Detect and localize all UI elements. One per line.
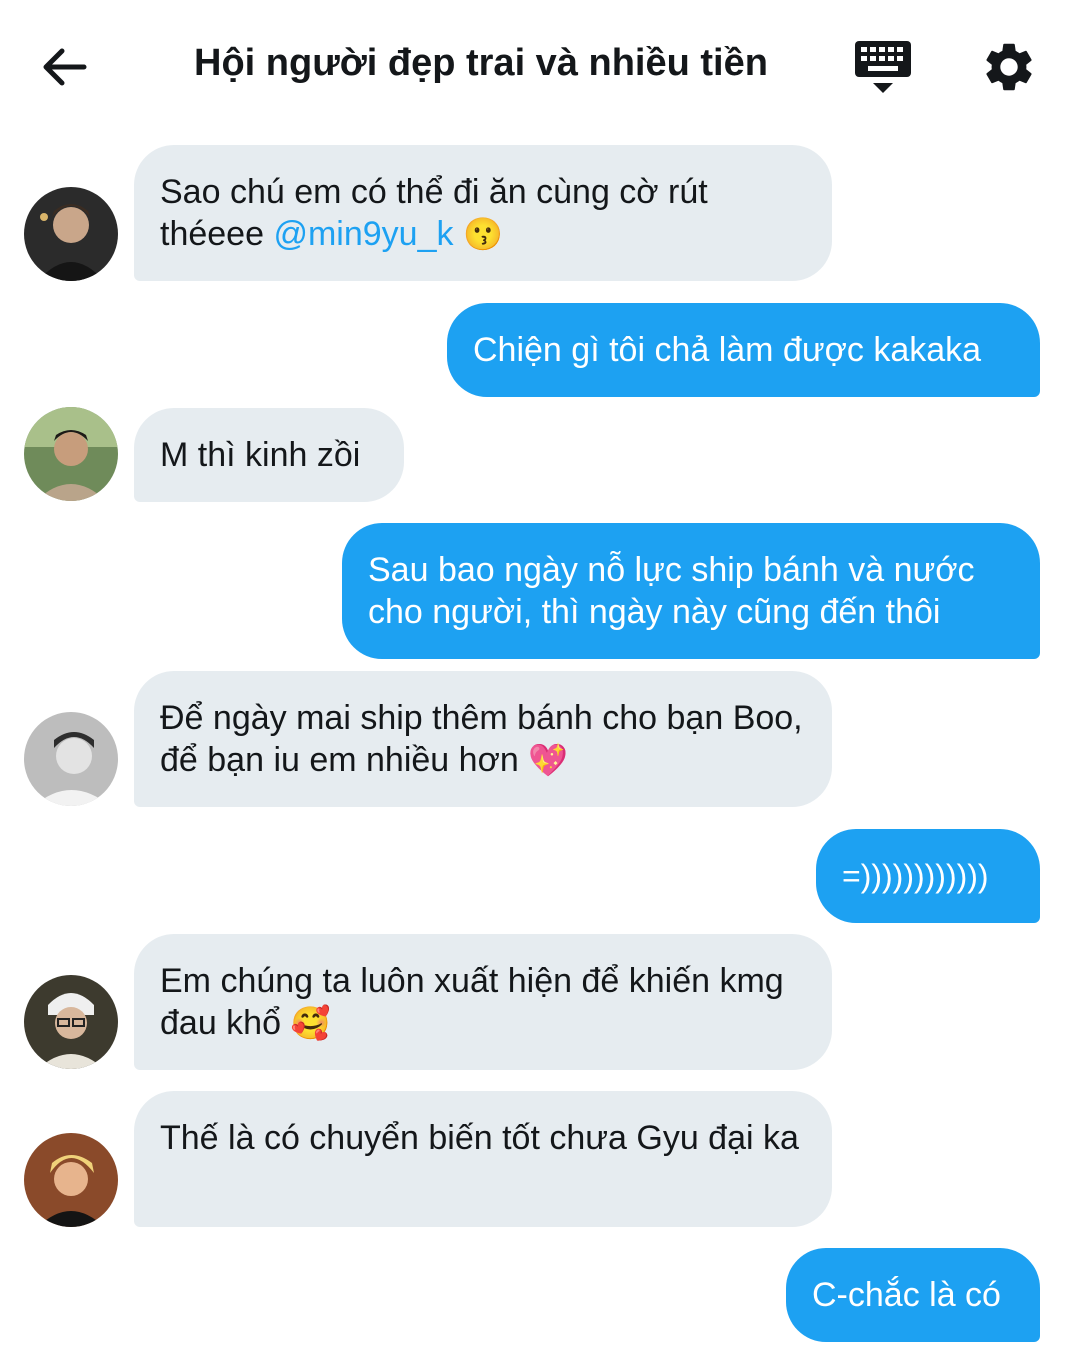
- message-bubble[interactable]: Thế là có chuyển biến tốt chưa Gyu đại k…: [134, 1091, 832, 1227]
- message-bubble[interactable]: Sau bao ngày nỗ lực ship bánh và nước ch…: [342, 523, 1040, 659]
- conversation-header: Hội người đẹp trai và nhiều tiền: [0, 0, 1072, 130]
- message-text: =)))))))))))): [842, 858, 989, 894]
- message-text: Sau bao ngày nỗ lực ship bánh và nước ch…: [368, 551, 975, 631]
- avatar[interactable]: [24, 712, 118, 806]
- keyboard-icon[interactable]: [852, 38, 914, 96]
- user-mention-link[interactable]: @min9yu_k: [273, 215, 453, 253]
- message-text: Chiện gì tôi chả làm được kakaka: [473, 331, 982, 369]
- message-bubble[interactable]: M thì kinh zồi: [134, 408, 404, 502]
- smiling-face-with-hearts-emoji: 🥰: [290, 1005, 331, 1041]
- sparkling-heart-emoji: 💖: [528, 742, 569, 778]
- gear-icon[interactable]: [980, 38, 1038, 96]
- back-arrow-icon[interactable]: [38, 40, 92, 94]
- avatar[interactable]: [24, 407, 118, 501]
- message-bubble[interactable]: =)))))))))))): [816, 829, 1040, 923]
- message-bubble[interactable]: Sao chú em có thể đi ăn cùng cờ rút thée…: [134, 145, 832, 281]
- message-text: M thì kinh zồi: [160, 436, 361, 474]
- avatar[interactable]: [24, 975, 118, 1069]
- message-bubble[interactable]: Em chúng ta luôn xuất hiện để khiến kmg …: [134, 934, 832, 1070]
- avatar[interactable]: [24, 1133, 118, 1227]
- message-bubble[interactable]: Để ngày mai ship thêm bánh cho bạn Boo, …: [134, 671, 832, 807]
- avatar[interactable]: [24, 187, 118, 281]
- message-text: Em chúng ta luôn xuất hiện để khiến kmg …: [160, 962, 784, 1042]
- message-text: Thế là có chuyển biến tốt chưa Gyu đại k…: [160, 1119, 799, 1157]
- conversation-title: Hội người đẹp trai và nhiều tiền: [194, 42, 768, 84]
- kissing-face-emoji: 😗: [462, 216, 503, 252]
- message-text: Để ngày mai ship thêm bánh cho bạn Boo, …: [160, 699, 803, 779]
- message-bubble[interactable]: Chiện gì tôi chả làm được kakaka: [447, 303, 1040, 397]
- message-text: C-chắc là có: [812, 1276, 1001, 1314]
- message-bubble[interactable]: C-chắc là có: [786, 1248, 1040, 1342]
